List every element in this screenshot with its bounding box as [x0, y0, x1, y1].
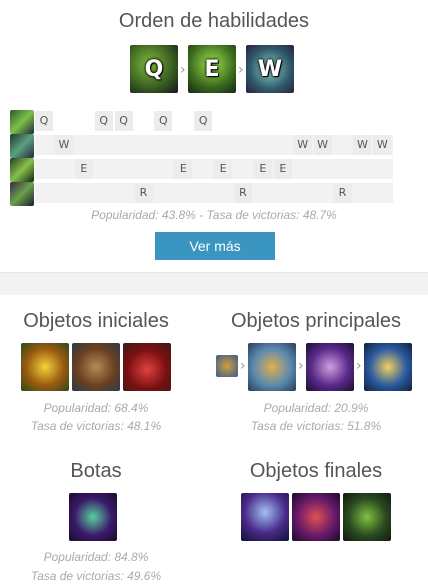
skill-level-cell: R	[234, 183, 252, 203]
skill-e-small-icon	[10, 158, 34, 182]
skill-order-stats: Popularidad: 43.8% - Tasa de victorias: …	[91, 208, 337, 222]
skill-level-cell: E	[214, 159, 233, 179]
core-items-title: Objetos principales	[230, 310, 402, 332]
skill-w-icon[interactable]: W	[246, 45, 294, 93]
purple-armor-icon[interactable]	[306, 343, 354, 391]
thorns-item-icon[interactable]	[343, 493, 391, 541]
skill-e-icon[interactable]: E	[188, 45, 236, 93]
skill-level-cell: W	[373, 135, 392, 155]
skill-row-q: QQQQQ	[35, 111, 393, 131]
boots-popularity: Popularidad: 84.8%	[43, 550, 149, 564]
chevron-right-icon: ›	[240, 358, 246, 374]
see-more-button[interactable]: Ver más	[155, 232, 275, 260]
skill-level-cell: E	[253, 159, 272, 179]
chevron-right-icon: ›	[180, 62, 186, 78]
boots-winrate: Tasa de victorias: 49.6%	[30, 569, 162, 583]
starting-items-title: Objetos iniciales	[23, 310, 169, 332]
skill-level-cell: Q	[35, 111, 53, 131]
hat-item-icon[interactable]	[292, 493, 340, 541]
skill-level-cell: Q	[154, 111, 173, 131]
starting-items-winrate: Tasa de victorias: 48.1%	[30, 419, 162, 433]
skill-row-e: EEEEE	[35, 159, 393, 179]
skill-level-cell: E	[174, 159, 193, 179]
skill-level-cell: Q	[114, 111, 133, 131]
skill-e-letter: E	[204, 56, 220, 82]
shield-item-icon[interactable]	[72, 343, 120, 391]
chevron-right-icon: ›	[356, 358, 362, 374]
skill-level-cell: W	[293, 135, 312, 155]
skill-level-cell: Q	[194, 111, 213, 131]
hourglass-icon[interactable]	[364, 343, 412, 391]
skill-q-small-icon	[10, 110, 34, 134]
seed-item-icon[interactable]	[21, 343, 69, 391]
skill-r-small-icon	[10, 182, 34, 206]
skill-level-cell: R	[333, 183, 352, 203]
skill-level-cell: W	[54, 135, 73, 155]
boots-icon[interactable]	[69, 493, 117, 541]
core-items-popularity: Popularidad: 20.9%	[263, 401, 369, 415]
skill-q-letter: Q	[144, 56, 164, 82]
final-items-title: Objetos finales	[249, 460, 383, 482]
chevron-right-icon: ›	[298, 358, 304, 374]
skill-q-icon[interactable]: Q	[130, 45, 178, 93]
skill-w-small-icon	[10, 134, 34, 158]
skill-level-cell: R	[134, 183, 153, 203]
boots-title: Botas	[70, 460, 122, 482]
chevron-right-icon: ›	[238, 62, 244, 78]
armored-gauntlet-icon[interactable]	[248, 343, 296, 391]
skill-order-title: Orden de habilidades	[118, 10, 310, 32]
skill-row-w: WWWWW	[35, 135, 393, 155]
core-items-winrate: Tasa de victorias: 51.8%	[250, 419, 382, 433]
skill-level-cell: E	[74, 159, 93, 179]
potion-item-icon[interactable]	[123, 343, 171, 391]
skill-level-cell: E	[273, 159, 292, 179]
skill-row-r: RRR	[35, 183, 393, 203]
skill-level-cell: W	[313, 135, 332, 155]
starting-items-popularity: Popularidad: 68.4%	[43, 401, 149, 415]
small-item-icon[interactable]	[216, 355, 238, 377]
staff-item-icon[interactable]	[241, 493, 289, 541]
skill-level-cell: Q	[94, 111, 113, 131]
skill-level-cell: W	[353, 135, 372, 155]
skill-w-letter: W	[257, 56, 283, 82]
section-divider	[0, 272, 428, 295]
